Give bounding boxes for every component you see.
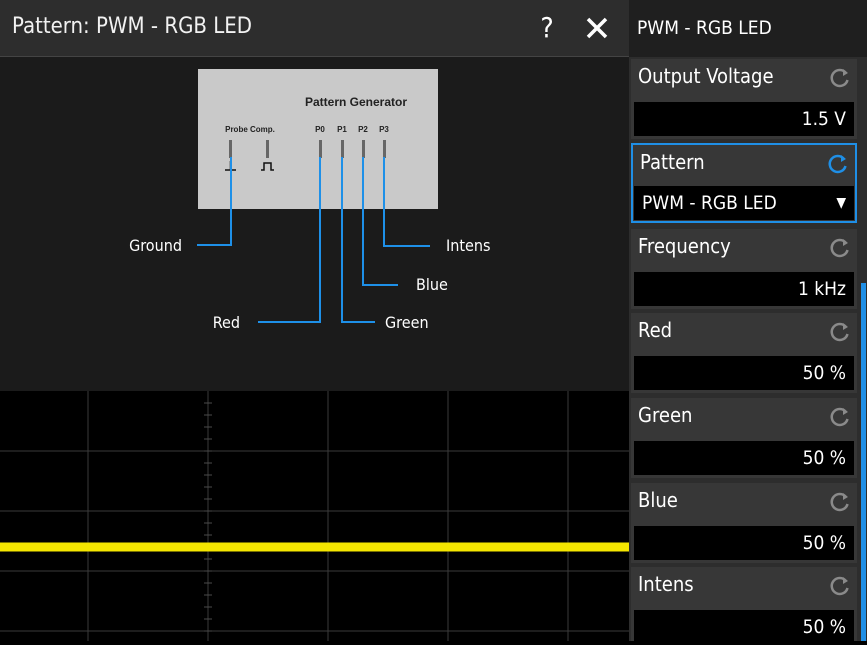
pin-p3	[383, 140, 386, 158]
blue-param-label: Blue	[638, 488, 678, 512]
dialog-title: Pattern: PWM - RGB LED	[12, 14, 253, 39]
param-intens[interactable]: Intens 50 %	[631, 567, 857, 644]
reset-icon[interactable]	[829, 575, 851, 597]
red-param-label: Red	[638, 318, 673, 342]
frequency-value[interactable]: 1 kHz	[634, 272, 854, 306]
pin-label-p2: P2	[358, 125, 368, 134]
reset-icon[interactable]	[827, 153, 849, 175]
pin-p1	[341, 140, 344, 158]
waveform-grid	[0, 383, 629, 641]
pin-label-p0: P0	[315, 125, 325, 134]
close-icon	[586, 17, 608, 39]
ground-label: Ground	[129, 236, 182, 255]
param-output-voltage[interactable]: Output Voltage 1.5 V	[631, 59, 857, 139]
param-blue[interactable]: Blue 50 %	[631, 483, 857, 563]
connection-diagram: Pattern Generator Probe Comp. P0 P1 P2 P…	[129, 69, 491, 332]
reset-icon[interactable]	[829, 491, 851, 513]
settings-panel: PWM - RGB LED Output Voltage 1.5 V Patte…	[629, 0, 867, 644]
pattern-label: Pattern	[640, 150, 705, 174]
chevron-down-icon: ▼	[836, 195, 846, 211]
panel-scrollbar[interactable]	[861, 283, 866, 641]
pattern-select[interactable]: PWM - RGB LED ▼	[634, 186, 854, 220]
green-param-label: Green	[638, 403, 693, 427]
frequency-label: Frequency	[638, 234, 731, 258]
dialog-title-bar: Pattern: PWM - RGB LED ?	[0, 0, 629, 57]
param-green[interactable]: Green 50 %	[631, 398, 857, 478]
reset-icon[interactable]	[829, 406, 851, 428]
pin-p2	[362, 140, 365, 158]
panel-title: PWM - RGB LED	[629, 0, 867, 57]
pattern-select-value: PWM - RGB LED	[642, 192, 777, 214]
scope-display[interactable]	[0, 383, 629, 641]
red-value[interactable]: 50 %	[634, 356, 854, 390]
pin-p0	[319, 140, 322, 158]
blue-label: Blue	[416, 275, 448, 294]
pin-label-p3: P3	[379, 125, 389, 134]
pin-label-p1: P1	[337, 125, 347, 134]
pattern-generator-box	[198, 69, 438, 209]
param-pattern[interactable]: Pattern PWM - RGB LED ▼	[631, 143, 857, 223]
pattern-generator-title: Pattern Generator	[305, 95, 407, 109]
param-red[interactable]: Red 50 %	[631, 313, 857, 393]
green-label: Green	[385, 313, 429, 332]
reset-icon[interactable]	[829, 321, 851, 343]
reset-icon[interactable]	[829, 67, 851, 89]
intens-label: Intens	[446, 236, 491, 255]
help-button[interactable]: ?	[531, 8, 563, 48]
blue-value[interactable]: 50 %	[634, 526, 854, 560]
green-value[interactable]: 50 %	[634, 441, 854, 475]
red-label: Red	[213, 313, 240, 332]
intens-value[interactable]: 50 %	[634, 610, 854, 644]
intens-param-label: Intens	[638, 572, 694, 596]
reset-icon[interactable]	[829, 237, 851, 259]
output-voltage-label: Output Voltage	[638, 64, 774, 88]
param-frequency[interactable]: Frequency 1 kHz	[631, 229, 857, 309]
probe-comp-label: Probe Comp.	[225, 125, 275, 134]
dialog-body: Pattern Generator Probe Comp. P0 P1 P2 P…	[0, 57, 629, 383]
pattern-dialog: Pattern: PWM - RGB LED ? Pattern Generat…	[0, 0, 629, 383]
output-voltage-value[interactable]: 1.5 V	[634, 102, 854, 136]
close-button[interactable]	[580, 8, 616, 48]
